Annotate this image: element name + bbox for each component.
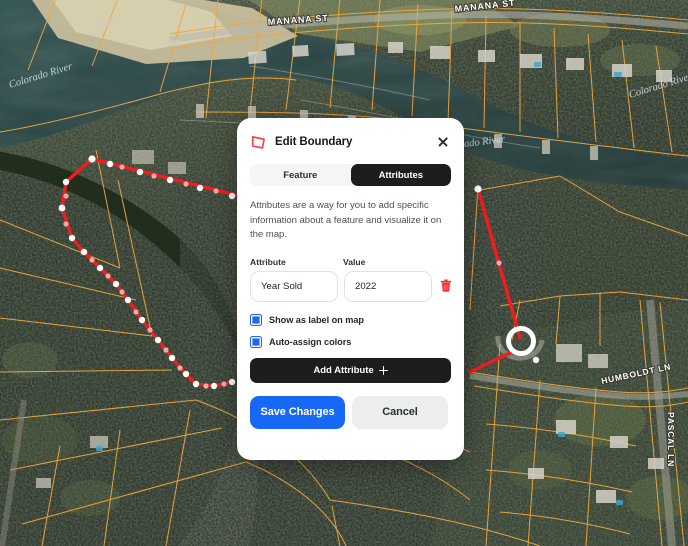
close-icon[interactable] bbox=[435, 134, 451, 150]
save-changes-button[interactable]: Save Changes bbox=[250, 395, 345, 429]
checkbox-auto-assign-colors-text: Auto-assign colors bbox=[269, 336, 352, 347]
add-attribute-button[interactable]: Add Attribute bbox=[250, 357, 451, 383]
field-labels-row: Attribute Value bbox=[250, 257, 451, 267]
cancel-button[interactable]: Cancel bbox=[352, 395, 448, 429]
checkbox-auto-assign-colors[interactable] bbox=[250, 335, 262, 348]
tab-group: Feature Attributes bbox=[250, 164, 451, 186]
panel-header: Edit Boundary bbox=[250, 130, 451, 154]
checkbox-row-auto-colors[interactable]: Auto-assign colors bbox=[250, 335, 451, 348]
map-label-street: PASCAL LN bbox=[666, 412, 676, 467]
attribute-row bbox=[250, 270, 454, 302]
tab-attributes[interactable]: Attributes bbox=[350, 164, 451, 186]
checkbox-show-as-label-text: Show as label on map bbox=[269, 314, 364, 325]
add-attribute-label: Add Attribute bbox=[313, 364, 374, 376]
value-label: Value bbox=[343, 256, 366, 267]
value-input[interactable] bbox=[344, 270, 432, 302]
edit-boundary-panel: Edit Boundary Feature Attributes Attribu… bbox=[237, 118, 464, 460]
trash-icon[interactable] bbox=[438, 278, 454, 294]
polygon-icon bbox=[251, 135, 265, 149]
plus-icon bbox=[378, 365, 388, 375]
checkbox-show-as-label[interactable] bbox=[250, 313, 262, 326]
panel-footer: Save Changes Cancel bbox=[250, 395, 451, 429]
page-title: Edit Boundary bbox=[275, 136, 353, 148]
attribute-input[interactable] bbox=[250, 270, 338, 302]
attribute-label: Attribute bbox=[250, 256, 286, 267]
checkbox-row-show-label[interactable]: Show as label on map bbox=[250, 313, 451, 326]
panel-description: Attributes are a way for you to add spec… bbox=[250, 200, 442, 240]
tab-feature[interactable]: Feature bbox=[250, 164, 351, 186]
